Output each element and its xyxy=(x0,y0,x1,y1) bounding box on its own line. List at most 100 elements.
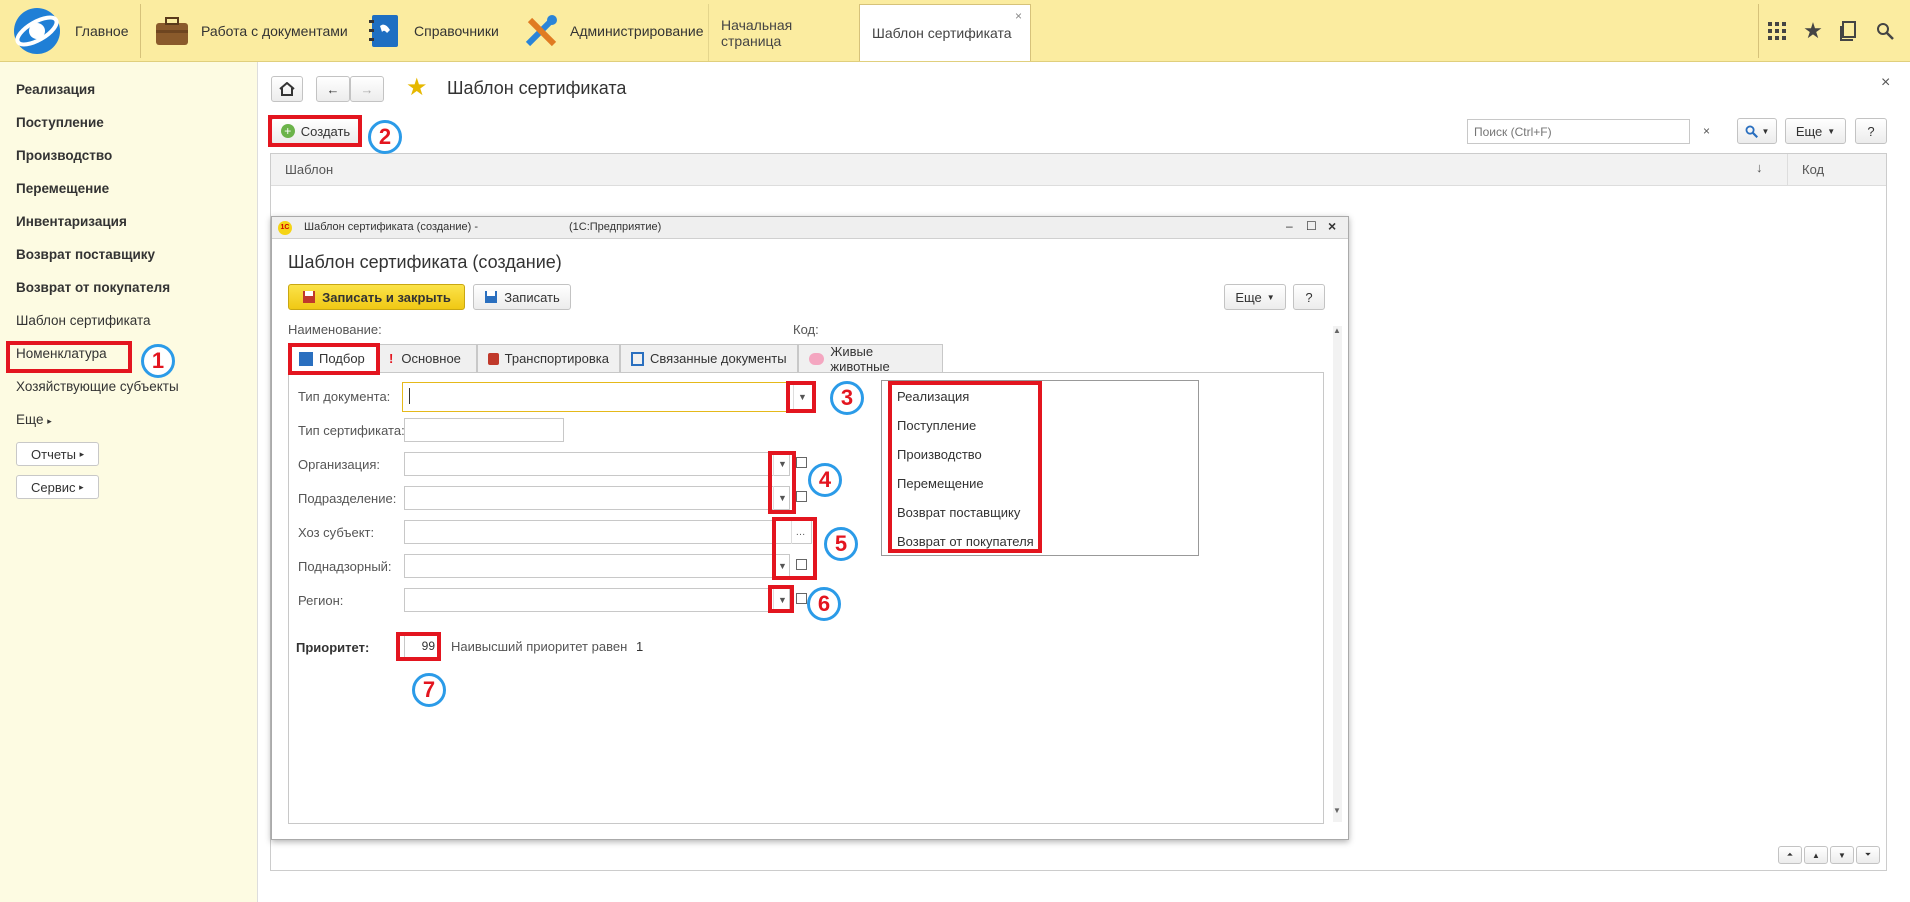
marker-box-tab xyxy=(288,343,380,375)
triangle-down-icon: ▼ xyxy=(1266,292,1275,302)
triangle-down-icon: ▼ xyxy=(1827,126,1836,136)
cert-type-input[interactable] xyxy=(404,418,564,442)
back-button[interactable]: ← xyxy=(316,76,350,102)
sidebar-item-certificate-template[interactable]: Шаблон сертификата xyxy=(16,313,151,328)
org-input[interactable] xyxy=(404,452,790,476)
save-label: Записать xyxy=(504,289,560,305)
app-logo-icon[interactable] xyxy=(12,6,62,56)
scroll-up-arrow-icon[interactable]: ▲ xyxy=(1333,326,1341,335)
exclamation-icon: ! xyxy=(389,351,394,366)
favorite-star-icon[interactable]: ★ xyxy=(406,73,428,102)
sidebar-item-production[interactable]: Производство xyxy=(16,148,112,163)
name-label: Наименование: xyxy=(288,322,382,337)
marker-box-5 xyxy=(772,517,817,580)
sidebar-item-return-customer[interactable]: Возврат от покупателя xyxy=(16,280,170,295)
close-dialog-icon[interactable]: × xyxy=(1328,218,1336,234)
doc-type-input[interactable] xyxy=(402,382,814,412)
region-label: Регион: xyxy=(298,593,344,608)
search-input[interactable] xyxy=(1467,119,1690,144)
more-button[interactable]: Еще ▼ xyxy=(1785,118,1846,144)
close-tab-icon[interactable]: × xyxy=(1015,9,1022,23)
briefcase-icon xyxy=(156,17,188,45)
maximize-icon[interactable]: ☐ xyxy=(1306,219,1317,233)
help-button[interactable]: ? xyxy=(1855,118,1887,144)
doc-type-label: Тип документа: xyxy=(298,389,391,404)
text-cursor xyxy=(409,388,410,404)
close-form-icon[interactable]: × xyxy=(1881,74,1890,92)
org-label: Организация: xyxy=(298,457,381,472)
clear-search-icon[interactable]: × xyxy=(1703,124,1710,138)
floppy-icon xyxy=(303,291,316,303)
tab-transport[interactable]: Транспортировка xyxy=(477,344,620,372)
history-icon[interactable] xyxy=(1836,18,1862,44)
scroll-down-arrow-icon[interactable]: ▼ xyxy=(1333,806,1341,815)
sidebar-item-return-supplier[interactable]: Возврат поставщику xyxy=(16,247,155,262)
arrow-left-icon: ← xyxy=(326,81,340,97)
sidebar-item-inventory[interactable]: Инвентаризация xyxy=(16,214,127,229)
more-label: Еще xyxy=(1795,123,1823,139)
arrow-right-icon: → xyxy=(360,81,374,97)
tab-start-page[interactable]: Начальная страница xyxy=(708,4,860,61)
marker-box-1 xyxy=(6,341,132,373)
sidebar-item-more[interactable]: Еще ▸ xyxy=(16,412,52,427)
search-icon xyxy=(1745,125,1758,138)
region-input[interactable] xyxy=(404,588,790,612)
sort-arrow-icon[interactable]: ↓ xyxy=(1756,160,1763,175)
highest-priority-label: Наивысший приоритет равен xyxy=(451,639,628,654)
scroll-top-button[interactable]: ⏶ xyxy=(1778,846,1802,864)
dialog-app-name: (1С:Предприятие) xyxy=(569,221,662,233)
section-home-label: Главное xyxy=(75,23,129,39)
dialog-more-button[interactable]: Еще ▼ xyxy=(1224,284,1286,310)
dept-input[interactable] xyxy=(404,486,790,510)
service-button[interactable]: Сервис ▸ xyxy=(16,475,99,499)
grid-menu-icon[interactable] xyxy=(1764,18,1790,44)
sidebar-item-receipt[interactable]: Поступление xyxy=(16,115,104,130)
dept-open-icon[interactable] xyxy=(796,491,807,502)
documents-icon xyxy=(631,351,644,366)
tab-main[interactable]: ! Основное xyxy=(378,344,477,372)
section-admin[interactable]: Администрирование xyxy=(522,0,704,62)
service-label: Сервис xyxy=(31,479,76,495)
dialog-help-button[interactable]: ? xyxy=(1293,284,1325,310)
marker-box-2 xyxy=(268,115,362,147)
tab-live-animals[interactable]: Живые животные xyxy=(798,344,943,374)
sidebar-more-label: Еще xyxy=(16,412,44,427)
subject-label: Хоз субъект: xyxy=(298,525,375,540)
tab-related-docs[interactable]: Связанные документы xyxy=(620,344,798,372)
org-open-icon[interactable] xyxy=(796,457,807,468)
scroll-down-button[interactable]: ▼ xyxy=(1830,846,1854,864)
column-template[interactable]: Шаблон xyxy=(285,162,333,177)
truck-icon xyxy=(488,352,499,365)
scroll-up-button[interactable]: ▲ xyxy=(1804,846,1828,864)
save-close-button[interactable]: Записать и закрыть xyxy=(288,284,465,310)
column-code[interactable]: Код xyxy=(1802,162,1824,177)
section-home[interactable]: Главное xyxy=(75,0,129,62)
scroll-bottom-button[interactable]: ⏷ xyxy=(1856,846,1880,864)
sidebar-item-transfer[interactable]: Перемещение xyxy=(16,181,109,196)
triangle-right-icon: ▸ xyxy=(47,416,52,426)
home-button[interactable] xyxy=(271,76,303,102)
reports-button[interactable]: Отчеты ▸ xyxy=(16,442,100,466)
marker-box-4 xyxy=(768,451,796,514)
section-documents[interactable]: Работа с документами xyxy=(153,0,348,62)
dialog-more-label: Еще xyxy=(1235,289,1262,305)
region-open-icon[interactable] xyxy=(796,593,807,604)
search-button[interactable]: ▼ xyxy=(1737,118,1777,144)
section-references[interactable]: Справочники xyxy=(366,0,499,62)
tab-certificate-template[interactable]: Шаблон сертификата × xyxy=(859,4,1031,61)
sidebar-item-economic-subjects[interactable]: Хозяйствующие субъекты xyxy=(16,379,179,394)
supervised-input[interactable] xyxy=(404,554,790,578)
favorites-star-icon[interactable]: ★ xyxy=(1800,18,1826,44)
dialog-scrollbar[interactable] xyxy=(1333,326,1342,822)
save-button[interactable]: Записать xyxy=(473,284,571,310)
minimize-icon[interactable]: – xyxy=(1286,219,1293,233)
forward-button[interactable]: → xyxy=(350,76,384,102)
tab-certificate-template-label: Шаблон сертификата xyxy=(872,25,1012,41)
marker-circle-3: 3 xyxy=(830,381,864,415)
subject-input[interactable] xyxy=(404,520,812,544)
sidebar-item-sales[interactable]: Реализация xyxy=(16,82,95,97)
home-icon xyxy=(279,82,295,96)
triangle-right-icon: ▸ xyxy=(79,481,84,492)
search-icon[interactable] xyxy=(1872,18,1898,44)
marker-box-7 xyxy=(396,632,441,661)
